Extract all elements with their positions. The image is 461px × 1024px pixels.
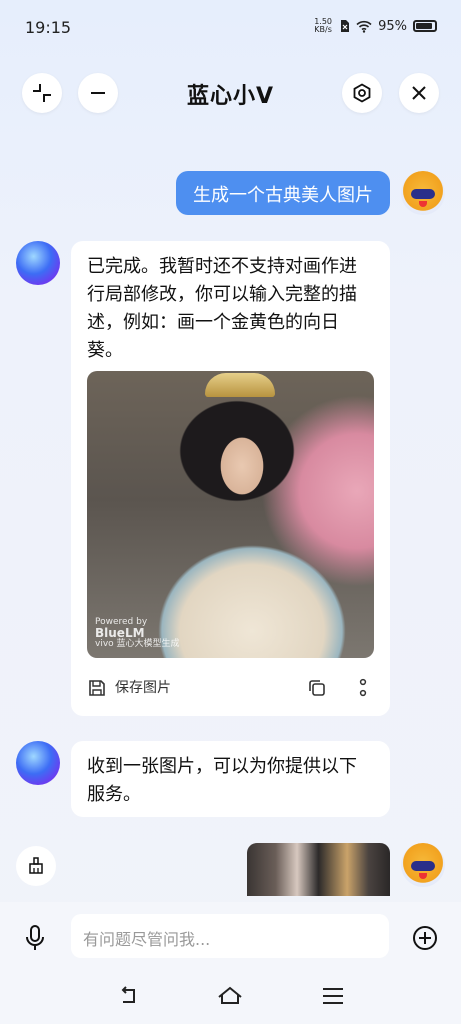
nav-recents-button[interactable]	[320, 983, 346, 1009]
assistant-avatar	[16, 741, 60, 785]
menu-icon	[323, 988, 343, 1004]
clear-chat-button[interactable]	[16, 846, 56, 886]
status-time: 19:15	[25, 18, 72, 37]
header: 蓝心小V	[0, 70, 461, 118]
sim-icon	[341, 20, 350, 32]
more-icon	[359, 678, 367, 697]
back-icon	[121, 986, 135, 1003]
broom-icon	[29, 857, 43, 874]
settings-icon	[353, 83, 371, 103]
message-input[interactable]: 有问题尽管问我...	[71, 914, 389, 958]
assistant-message-bubble[interactable]: 收到一张图片，可以为你提供以下服务。	[71, 741, 390, 817]
battery-percent: 95%	[378, 18, 407, 34]
copy-button[interactable]	[305, 676, 329, 700]
microphone-icon	[26, 925, 44, 950]
user-image-thumbnail[interactable]	[247, 843, 390, 896]
network-speed: 1.50 KB/s	[314, 17, 332, 34]
crown-shape	[205, 373, 275, 397]
battery-icon	[413, 20, 437, 32]
save-icon	[89, 680, 105, 696]
assistant-message-text: 收到一张图片，可以为你提供以下服务。	[87, 756, 357, 805]
assistant-message-bubble[interactable]: 已完成。我暂时还不支持对画作进行局部修改，你可以输入完整的描述，例如：画一个金黄…	[71, 241, 390, 716]
plus-circle-icon	[413, 926, 437, 950]
wifi-icon	[356, 20, 372, 33]
user-avatar[interactable]	[401, 843, 445, 887]
add-button[interactable]	[412, 925, 438, 951]
status-indicators: 1.50 KB/s 95%	[312, 18, 437, 34]
close-icon	[412, 86, 426, 100]
image-action-row: 保存图片	[87, 674, 374, 702]
more-button[interactable]	[351, 676, 375, 700]
status-bar: 19:15 1.50 KB/s 95%	[0, 0, 461, 56]
voice-input-button[interactable]	[24, 925, 46, 951]
nav-back-button[interactable]	[116, 983, 142, 1009]
user-avatar[interactable]	[401, 171, 445, 215]
save-image-label: 保存图片	[115, 680, 171, 696]
close-button[interactable]	[399, 73, 439, 113]
image-watermark: Powered by BlueLM vivo 蓝心大模型生成	[95, 617, 180, 649]
settings-button[interactable]	[342, 73, 382, 113]
assistant-avatar	[16, 241, 60, 285]
generated-image[interactable]: Powered by BlueLM vivo 蓝心大模型生成	[87, 371, 374, 658]
nav-home-button[interactable]	[217, 983, 243, 1009]
copy-icon	[309, 680, 325, 696]
user-message-bubble[interactable]: 生成一个古典美人图片	[176, 171, 390, 215]
page-title: 蓝心小V	[186, 84, 275, 109]
home-icon	[218, 986, 242, 1004]
save-image-button[interactable]: 保存图片	[87, 674, 171, 702]
assistant-message-text: 已完成。我暂时还不支持对画作进行局部修改，你可以输入完整的描述，例如：画一个金黄…	[87, 256, 357, 361]
